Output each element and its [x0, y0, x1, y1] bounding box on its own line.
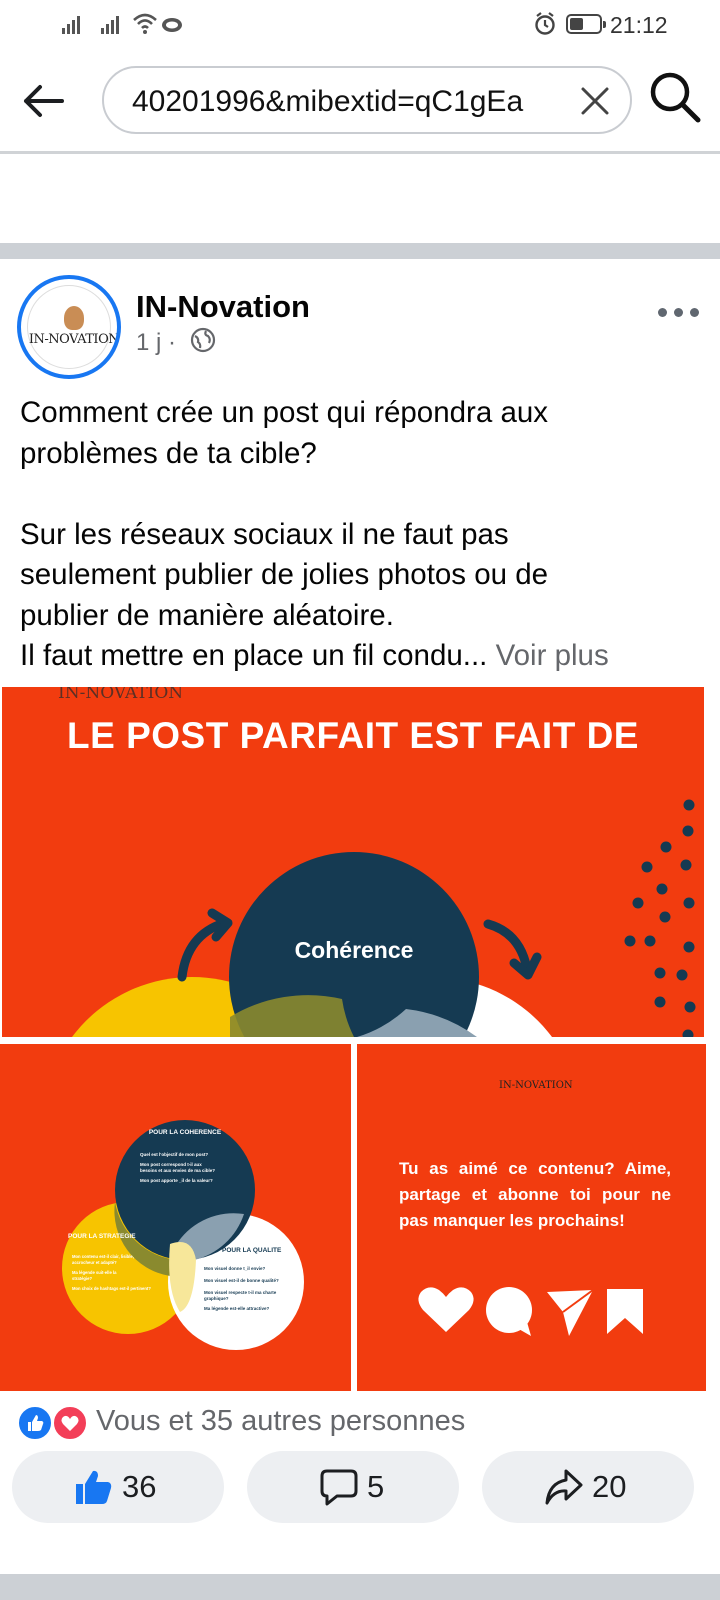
battery-icon: [566, 14, 606, 34]
venn-line: Mon visuel respecte t-il ma charte: [204, 1290, 277, 1295]
bookmark-icon: [607, 1289, 643, 1334]
time-ago: 1 j: [136, 329, 162, 356]
post-text: Comment crée un post qui répondra aux pr…: [20, 393, 710, 677]
comment-icon: [320, 1469, 358, 1506]
venn-title-strategie: POUR LA STRATEGIE: [68, 1233, 136, 1240]
post-text-line: Sur les réseaux sociaux il ne faut pas: [20, 517, 509, 551]
venn-line: Mon visuel est-il de bonne qualité?: [204, 1278, 279, 1283]
share-button[interactable]: 20: [482, 1451, 694, 1523]
post-time[interactable]: 1 j ·: [136, 329, 176, 357]
reaction-summary[interactable]: Vous et 35 autres personnes: [96, 1405, 465, 1438]
more-options-button[interactable]: [658, 305, 702, 319]
post-text-last-line: Il faut mettre en place un fil condu... …: [20, 636, 710, 677]
feed-divider: [0, 243, 720, 259]
avatar[interactable]: IN-NOVATION: [17, 275, 121, 379]
cloud-icon: [162, 18, 182, 32]
venn-line: accrocheur et adapté?: [72, 1260, 117, 1265]
avatar-image: IN-NOVATION: [27, 285, 117, 369]
see-more-link[interactable]: Voir plus: [496, 639, 609, 672]
reactions-row[interactable]: Vous et 35 autres personnes: [0, 1393, 720, 1447]
post-text-line: problèmes de ta cible?: [20, 436, 317, 470]
share-count: 20: [592, 1469, 627, 1504]
blank-area: [0, 157, 720, 243]
wifi-icon: [133, 13, 157, 34]
curved-arrow-left-icon: [177, 908, 233, 982]
back-arrow-icon[interactable]: [18, 76, 68, 126]
like-reaction-icon: [17, 1405, 53, 1441]
post-image-cta[interactable]: IN-NOVATION Tu as aimé ce contenu? Aime,…: [357, 1044, 706, 1391]
like-button[interactable]: 36: [12, 1451, 224, 1523]
alarm-icon: [535, 12, 555, 35]
signal-icon: [62, 14, 82, 34]
cta-icons: [418, 1287, 643, 1336]
page-name[interactable]: IN-Novation: [136, 289, 310, 325]
like-count: 36: [122, 1469, 157, 1504]
feed-divider-bottom: [0, 1574, 720, 1600]
venn-line: Ma légende est-elle attractive?: [204, 1306, 270, 1311]
venn-line: Ma légende suit-elle la: [72, 1270, 117, 1275]
post-text-line: Il faut mettre en place un fil condu...: [20, 639, 488, 672]
comment-count: 5: [367, 1469, 385, 1504]
post-text-line: [20, 474, 710, 515]
venn-line: Quel est l'objectif de mon post?: [140, 1152, 208, 1157]
thumbs-up-icon: [76, 1470, 112, 1504]
venn-line: Mon post apporte _il de la valeur?: [140, 1178, 213, 1183]
url-field[interactable]: 40201996&mibextid=qC1gEa: [102, 66, 632, 134]
signal-icon: [101, 14, 121, 34]
venn-diagram-detail: POUR LA COHERENCE Quel est l'objectif de…: [62, 1120, 304, 1350]
venn-line: graphique?: [204, 1296, 229, 1301]
globe-icon: [190, 327, 216, 353]
heart-icon: [418, 1287, 474, 1332]
venn-line: stratégie?: [72, 1276, 92, 1281]
meta-separator: ·: [168, 329, 177, 356]
comment-button[interactable]: 5: [247, 1451, 459, 1523]
venn-diagram-main: Cohérence: [72, 799, 696, 1037]
logo-figure-icon: [64, 306, 84, 330]
venn-line: Mon contenu est-il clair, lisible,: [72, 1254, 134, 1259]
status-bar: 21:12: [0, 0, 720, 48]
post-text-line: Comment crée un post qui répondra aux: [20, 396, 549, 429]
url-text[interactable]: 40201996&mibextid=qC1gEa: [132, 85, 562, 119]
send-icon: [547, 1290, 593, 1336]
avatar-logo-text: IN-NOVATION: [28, 332, 120, 347]
search-icon[interactable]: [648, 70, 704, 126]
venn-title-coherence: POUR LA COHERENCE: [149, 1129, 222, 1136]
curved-arrow-right-icon: [483, 919, 542, 980]
venn-line: Mon visuel donne t_il envie?: [204, 1266, 266, 1271]
venn-title-qualite: POUR LA QUALITE: [222, 1247, 282, 1254]
post-image-venn[interactable]: POUR LA COHERENCE Quel est l'objectif de…: [0, 1044, 351, 1391]
url-bar: 40201996&mibextid=qC1gEa: [0, 50, 720, 154]
comment-bubble-icon: [486, 1287, 532, 1336]
share-icon: [545, 1469, 583, 1505]
post-card: IN-NOVATION IN-Novation 1 j · Comment cr…: [0, 259, 720, 1581]
post-image-main[interactable]: IN-NOVATION LE POST PARFAIT EST FAIT DE: [2, 687, 704, 1037]
post-text-line: seulement publier de jolies photos ou de: [20, 558, 549, 591]
love-reaction-icon: [52, 1405, 88, 1441]
post-text-line: publier de manière aléatoire.: [20, 598, 394, 632]
venn-label-coherence: Cohérence: [295, 937, 414, 963]
venn-line: Mon choix de hashtags est-il pertinent?: [72, 1286, 151, 1291]
post-actions: 36 5 20: [0, 1451, 720, 1527]
clear-icon[interactable]: [578, 84, 612, 118]
venn-line: Mon post correspond t-il aux: [140, 1162, 202, 1167]
venn-line: besoins et aux envies de ma cible?: [140, 1168, 215, 1173]
status-time: 21:12: [610, 12, 668, 38]
